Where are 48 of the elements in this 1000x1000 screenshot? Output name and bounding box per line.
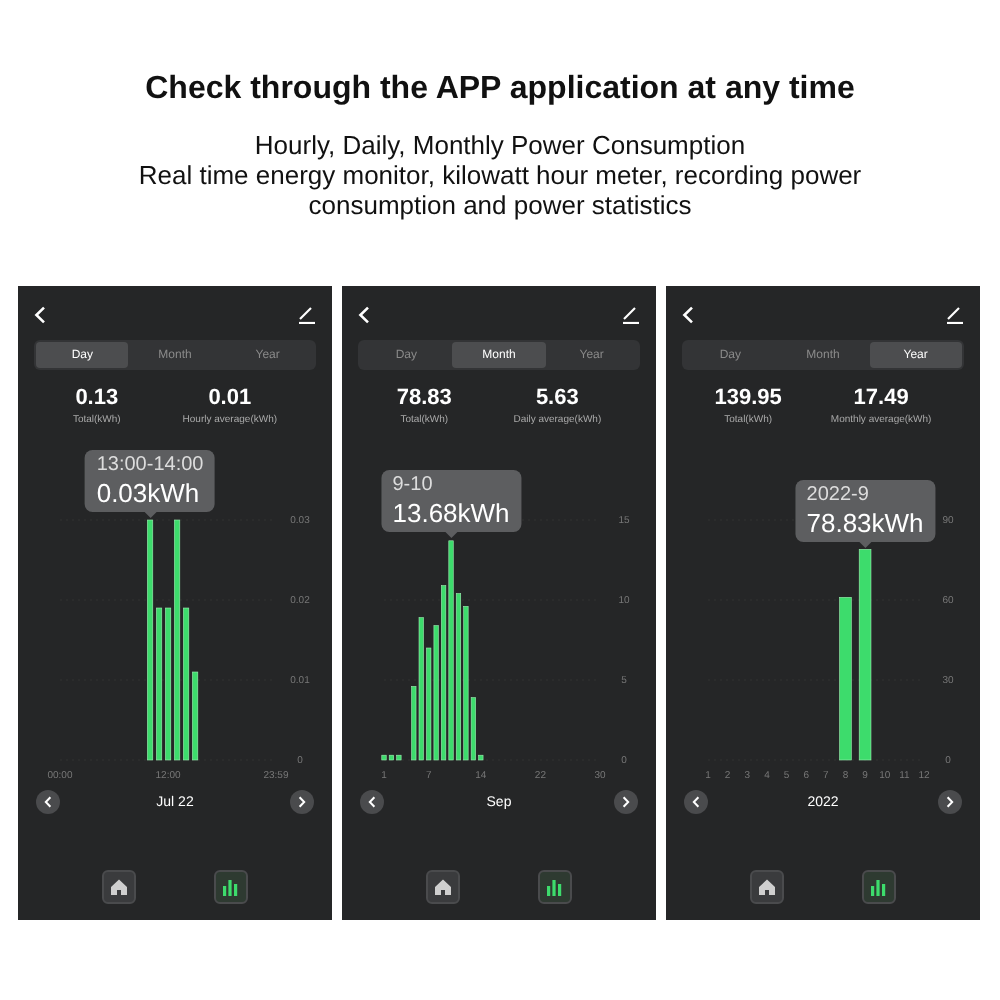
pencil-icon (298, 305, 316, 323)
back-icon (358, 305, 370, 323)
home-button[interactable] (101, 870, 136, 904)
stat-value: 0.13 (75, 386, 119, 412)
edit-button[interactable] (298, 305, 316, 323)
stat-value: 78.83 (396, 386, 452, 412)
chevron-left-icon (692, 796, 700, 808)
edit-button[interactable] (946, 305, 964, 323)
chevron-right-icon (622, 796, 630, 808)
stat-value: 17.49 (853, 386, 909, 412)
chevron-right-icon (298, 796, 306, 808)
back-icon (682, 305, 694, 323)
bar-chart-icon (222, 878, 241, 896)
value-tooltip: 9-10 13.68kWh (380, 470, 522, 533)
chevron-left-icon (44, 796, 52, 808)
back-icon (34, 305, 46, 323)
bar-chart-icon (870, 878, 889, 896)
subtitle-text: Real time energy monitor, kilowatt hour meter, recording power consumption and power statistics (136, 160, 864, 220)
previous-button[interactable] (360, 790, 384, 814)
pencil-icon (622, 305, 640, 323)
statistics-button[interactable] (862, 870, 897, 904)
statistics-button[interactable] (538, 870, 573, 904)
chevron-right-icon (945, 796, 954, 808)
stat-value: 0.01 (208, 386, 252, 412)
next-button[interactable] (290, 790, 314, 814)
back-button[interactable] (34, 305, 46, 323)
home-icon (757, 878, 776, 896)
back-button[interactable] (682, 305, 694, 323)
home-icon (433, 878, 452, 896)
stat-value: 5.63 (535, 386, 579, 412)
back-button[interactable] (358, 305, 370, 323)
value-tooltip: 13:00-14:00 0.03kWh (84, 450, 216, 512)
next-button[interactable] (937, 790, 962, 814)
chevron-left-icon (368, 796, 376, 808)
edit-button[interactable] (622, 305, 640, 323)
headline: Check through the APP application at any time (143, 70, 857, 110)
stat-value: 139.95 (714, 386, 782, 412)
bar-chart-icon (546, 878, 565, 896)
next-button[interactable] (614, 790, 638, 814)
previous-button[interactable] (684, 790, 708, 814)
home-button[interactable] (425, 870, 460, 904)
previous-button[interactable] (36, 790, 60, 814)
home-icon (109, 878, 128, 896)
statistics-button[interactable] (214, 870, 249, 904)
subtitle-text: Hourly, Daily, Monthly Power Consumption (252, 130, 748, 160)
value-tooltip: 2022-9 78.83kWh (794, 479, 936, 542)
home-button[interactable] (749, 870, 784, 904)
pencil-icon (946, 305, 964, 323)
